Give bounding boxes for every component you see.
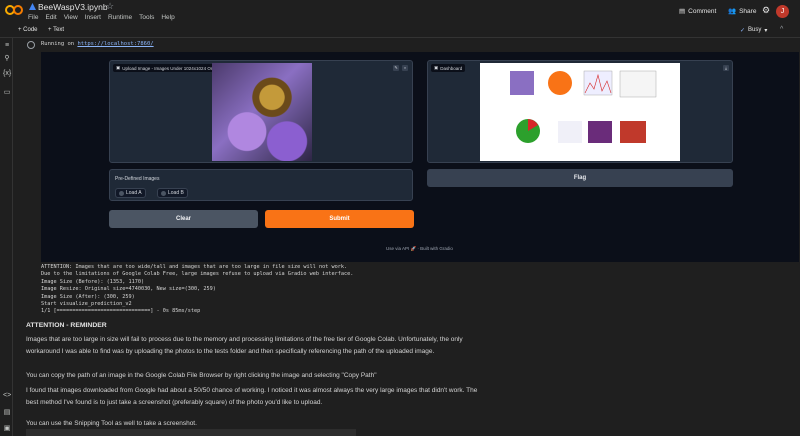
menu-bar: File Edit View Insert Runtime Tools Help — [28, 14, 175, 21]
menu-edit[interactable]: Edit — [45, 14, 56, 21]
dash-thumb — [510, 71, 534, 95]
terminal-icon[interactable]: ▤ — [3, 408, 11, 416]
gradio-app: ▣ Upload Image - Images Under 1024x1024 … — [41, 52, 799, 262]
upload-image-panel[interactable]: ▣ Upload Image - Images Under 1024x1024 … — [109, 60, 413, 163]
running-prefix: Running on — [41, 41, 78, 47]
download-icon[interactable]: ⤓ — [723, 65, 729, 71]
dash-heatmap-1 — [588, 121, 612, 143]
running-url-link[interactable]: https://localhost:7860/ — [77, 41, 153, 47]
radio-icon — [161, 190, 166, 196]
drive-icon — [29, 3, 36, 10]
dashboard-label-text: Dashboard — [440, 65, 463, 71]
use-api-link[interactable]: Use via API — [386, 246, 409, 251]
notebook-title[interactable]: BeeWaspV3.ipynb — [38, 2, 108, 12]
dashboard-label: ▣ Dashboard — [431, 64, 466, 72]
share-label: Share — [739, 7, 757, 15]
log-line: ATTENTION: Images that are too wide/tall… — [41, 264, 348, 270]
output-log: ATTENTION: Images that are too wide/tall… — [41, 264, 353, 316]
dash-pie-orange — [548, 71, 572, 95]
comment-button[interactable]: ▤ Comment — [679, 7, 717, 16]
radio-icon — [119, 190, 124, 196]
horizontal-scrollbar[interactable] — [26, 429, 356, 436]
collapse-icon[interactable]: ^ — [780, 26, 783, 33]
dash-scatter — [558, 121, 582, 143]
left-rail: ≡ ⚲ {x} ▭ <> ▤ ▣ — [0, 38, 13, 436]
comment-label: Comment — [688, 7, 717, 15]
gear-icon[interactable]: ⚙ — [762, 5, 770, 16]
cell-run-icon[interactable] — [27, 41, 35, 49]
chevron-down-icon: ▾ — [764, 28, 768, 34]
radio-load-b[interactable]: Load B — [157, 188, 188, 198]
log-line: Due to the limitations of Google Colab F… — [41, 271, 354, 278]
menu-help[interactable]: Help — [161, 14, 174, 21]
star-icon[interactable]: ☆ — [106, 1, 114, 12]
reminder-paragraph-2: You can copy the path of an image in the… — [26, 372, 377, 379]
dash-heatmap-2 — [620, 121, 646, 143]
reminder-heading: ATTENTION - REMINDER — [26, 322, 107, 329]
dash-3d-plot — [619, 70, 657, 98]
log-line: Image Resize: Original size=4740030, New… — [41, 286, 216, 293]
bee-image — [212, 63, 312, 161]
add-code-button[interactable]: + Code — [18, 27, 38, 33]
command-icon[interactable]: ▣ — [3, 424, 11, 432]
variables-icon[interactable]: {x} — [3, 70, 11, 77]
share-button[interactable]: 👥 Share — [728, 7, 757, 16]
share-icon: 👥 — [728, 8, 737, 15]
image-icon: ▣ — [434, 65, 439, 70]
dashboard-image — [480, 63, 680, 161]
radio-load-a[interactable]: Load A — [115, 188, 146, 198]
flag-button[interactable]: Flag — [427, 169, 733, 187]
running-line: Running on https://localhost:7860/ — [41, 41, 154, 47]
notebook-toolbar: + Code + Text ✓ Busy ▾ ^ — [0, 26, 800, 38]
avatar[interactable]: J — [776, 5, 789, 18]
check-icon: ✓ — [740, 28, 746, 34]
menu-tools[interactable]: Tools — [139, 14, 154, 21]
log-line: Image Size (Before): (1353, 1170) — [41, 278, 145, 285]
submit-button[interactable]: Submit — [265, 210, 414, 228]
code-icon[interactable]: <> — [3, 392, 11, 399]
menu-file[interactable]: File — [28, 14, 38, 21]
folder-icon[interactable]: ▭ — [3, 88, 11, 96]
reminder-paragraph-3: I found that images downloaded from Goog… — [26, 387, 478, 406]
colab-header: BeeWaspV3.ipynb ☆ File Edit View Insert … — [0, 0, 800, 26]
menu-icon[interactable]: ≡ — [3, 42, 11, 49]
built-with-gradio-link[interactable]: Built with Gradio — [420, 246, 453, 251]
radio-load-a-label: Load A — [126, 190, 142, 196]
clear-button[interactable]: Clear — [109, 210, 258, 228]
dashboard-panel: ▣ Dashboard ⤓ — [427, 60, 733, 163]
menu-insert[interactable]: Insert — [85, 14, 101, 21]
comment-icon: ▤ — [679, 8, 686, 15]
gradio-footer: Use via API 🚀 · Built with Gradio — [386, 246, 453, 251]
runtime-status-label: Busy — [748, 27, 762, 33]
reminder-paragraph-1: Images that are too large in size will f… — [26, 336, 463, 355]
log-line: Image Size (After): (300, 259) — [41, 293, 135, 300]
menu-runtime[interactable]: Runtime — [108, 14, 132, 21]
image-icon: ▣ — [116, 65, 121, 70]
predefined-title: Pre-Defined Images — [115, 176, 160, 182]
radio-load-b-label: Load B — [168, 190, 184, 196]
upload-image-label: ▣ Upload Image - Images Under 1024x1024 … — [113, 64, 220, 72]
log-line: Start visualize_prediction_v2 — [41, 301, 132, 308]
upload-label-text: Upload Image - Images Under 1024x1024 On… — [122, 65, 217, 71]
notebook-content: Running on https://localhost:7860/ ▣ Upl… — [13, 38, 800, 436]
dashboard-figure — [510, 70, 657, 143]
runtime-status[interactable]: ✓ Busy ▾ — [740, 27, 767, 34]
add-text-button[interactable]: + Text — [48, 27, 64, 33]
log-line: 1/1 [==============================] - 0… — [41, 308, 201, 315]
search-icon[interactable]: ⚲ — [3, 54, 11, 62]
colab-logo[interactable] — [5, 5, 23, 17]
predefined-images-panel: Pre-Defined Images Load A Load B — [109, 169, 413, 201]
cell-output: ATTENTION: Images that are too wide/tall… — [41, 264, 799, 342]
menu-view[interactable]: View — [64, 14, 78, 21]
edit-icon[interactable]: ✎ — [393, 65, 399, 71]
close-icon[interactable]: × — [402, 65, 408, 71]
